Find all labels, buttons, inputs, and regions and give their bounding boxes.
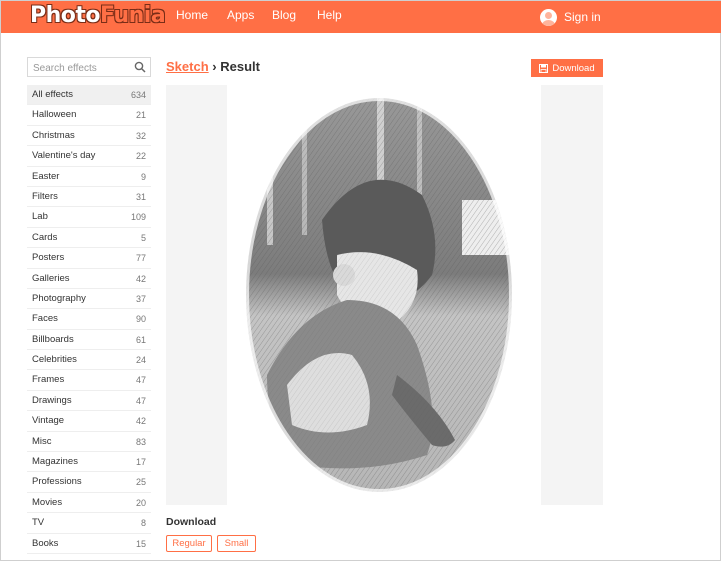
sketch-result-image[interactable] — [227, 85, 541, 505]
sidebar-item-count: 37 — [135, 293, 146, 304]
sidebar-item-count: 61 — [135, 334, 146, 345]
nav-blog-link[interactable]: Blog — [272, 1, 296, 33]
download-regular-button[interactable]: Regular — [166, 535, 212, 552]
sidebar-item-faces[interactable]: Faces 90 — [27, 309, 151, 330]
sign-in-link[interactable]: Sign in — [540, 5, 601, 29]
sidebar-item-posters[interactable]: Posters 77 — [27, 248, 151, 269]
sidebar-item-label: Lab — [32, 211, 48, 223]
sidebar-item-label: Professions — [32, 476, 82, 488]
breadcrumb-separator: › — [212, 59, 217, 74]
sidebar-item-label: TV — [32, 517, 45, 529]
sidebar-item-drawings[interactable]: Drawings 47 — [27, 391, 151, 412]
breadcrumb: Sketch › Result — [166, 59, 260, 74]
sidebar-item-label: Christmas — [32, 129, 75, 141]
sidebar-item-label: Movies — [32, 496, 63, 508]
page-title: Result — [220, 59, 260, 74]
sidebar-item-magazines[interactable]: Magazines 17 — [27, 452, 151, 473]
sidebar-item-tv[interactable]: TV 8 — [27, 513, 151, 534]
save-icon — [539, 63, 549, 73]
sidebar-item-count: 20 — [135, 497, 146, 508]
sidebar-item-label: Frames — [32, 374, 65, 386]
sidebar-item-vintage[interactable]: Vintage 42 — [27, 411, 151, 432]
sidebar-item-photography[interactable]: Photography 37 — [27, 289, 151, 310]
sidebar-item-label: Celebrities — [32, 354, 77, 366]
sidebar-item-count: 47 — [135, 375, 146, 386]
sidebar-item-frames[interactable]: Frames 47 — [27, 370, 151, 391]
sidebar-item-count: 47 — [135, 395, 146, 406]
sidebar-item-galleries[interactable]: Galleries 42 — [27, 269, 151, 289]
sidebar-item-count: 42 — [135, 416, 146, 427]
download-small-button[interactable]: Small — [217, 535, 256, 552]
sidebar-item-count: 8 — [140, 518, 146, 529]
photofunia-logo[interactable]: PhotoFunia — [30, 3, 166, 29]
sidebar-item-label: All effects — [32, 89, 74, 100]
sidebar-item-label: Vintage — [32, 415, 65, 427]
sidebar-item-label: Posters — [32, 252, 65, 264]
logo-text-funia: Funia — [100, 3, 166, 28]
sidebar-item-celebrities[interactable]: Celebrities 24 — [27, 350, 151, 371]
sidebar-item-count: 9 — [140, 171, 146, 182]
search-box — [27, 57, 151, 78]
search-input[interactable] — [28, 59, 133, 78]
sidebar-item-lab[interactable]: Lab 109 — [27, 207, 151, 228]
sidebar-item-label: Halloween — [32, 109, 77, 121]
sidebar-item-count: 25 — [135, 477, 146, 488]
sidebar-item-christmas[interactable]: Christmas 32 — [27, 126, 151, 147]
sidebar-item-easter[interactable]: Easter 9 — [27, 167, 151, 187]
sidebar-item-label: Easter — [32, 170, 60, 182]
result-frame-left-margin — [166, 85, 227, 505]
sidebar-item-label: Photography — [32, 292, 86, 304]
sidebar-item-count: 17 — [135, 457, 146, 468]
effects-category-list: All effects 634 Halloween 21 Christmas 32 V… — [27, 85, 151, 554]
top-navigation-bar: PhotoFunia Home Apps Blog Help Sign in — [1, 1, 721, 33]
sidebar-item-count: 42 — [135, 273, 146, 284]
sign-in-label: Sign in — [564, 10, 601, 24]
sidebar-item-count: 22 — [135, 151, 146, 162]
download-button[interactable]: Download — [531, 59, 603, 77]
sidebar-item-count: 15 — [135, 538, 146, 549]
sidebar-item-count: 21 — [135, 110, 146, 121]
sidebar-item-billboards[interactable]: Billboards 61 — [27, 330, 151, 351]
sidebar-item-count: 5 — [140, 232, 146, 243]
sidebar-item-label: Billboards — [32, 333, 74, 345]
sidebar-item-label: Filters — [32, 190, 58, 202]
sidebar-item-count: 109 — [130, 212, 146, 223]
sidebar-item-halloween[interactable]: Halloween 21 — [27, 105, 151, 126]
sidebar-item-count: 77 — [135, 253, 146, 264]
sidebar-item-movies[interactable]: Movies 20 — [27, 493, 151, 514]
logo-text-photo: Photo — [30, 3, 101, 28]
sidebar-item-label: Magazines — [32, 456, 78, 468]
download-button-label: Download — [552, 62, 595, 74]
sidebar-item-misc[interactable]: Misc 83 — [27, 432, 151, 453]
sidebar-item-count: 32 — [135, 130, 146, 141]
sidebar-item-count: 24 — [135, 355, 146, 366]
sidebar-item-cards[interactable]: Cards 5 — [27, 228, 151, 249]
sidebar-item-label: Drawings — [32, 394, 72, 406]
sidebar-item-label: Faces — [32, 313, 58, 325]
sidebar-item-label: Galleries — [32, 272, 70, 284]
result-frame-right-margin — [541, 85, 603, 505]
download-section-title: Download — [166, 516, 217, 528]
search-icon[interactable] — [134, 61, 146, 73]
nav-help-link[interactable]: Help — [317, 1, 342, 33]
sidebar-item-label: Misc — [32, 435, 52, 447]
nav-apps-link[interactable]: Apps — [227, 1, 254, 33]
sidebar-item-count: 634 — [130, 90, 146, 100]
sidebar-item-valentines-day[interactable]: Valentine's day 22 — [27, 146, 151, 167]
sidebar-item-label: Cards — [32, 231, 58, 243]
sidebar-item-books[interactable]: Books 15 — [27, 534, 151, 554]
sidebar-item-all-effects[interactable]: All effects 634 — [27, 85, 151, 106]
user-avatar-icon — [540, 8, 557, 26]
sidebar-item-count: 90 — [135, 314, 146, 325]
sidebar-item-professions[interactable]: Professions 25 — [27, 472, 151, 493]
sidebar-item-count: 83 — [135, 436, 146, 447]
nav-home-link[interactable]: Home — [176, 1, 208, 33]
sidebar-item-count: 31 — [135, 191, 146, 202]
sidebar-item-label: Valentine's day — [32, 150, 96, 162]
breadcrumb-sketch-link[interactable]: Sketch — [166, 59, 209, 74]
sidebar-item-filters[interactable]: Filters 31 — [27, 187, 151, 208]
sidebar-item-label: Books — [32, 537, 59, 549]
